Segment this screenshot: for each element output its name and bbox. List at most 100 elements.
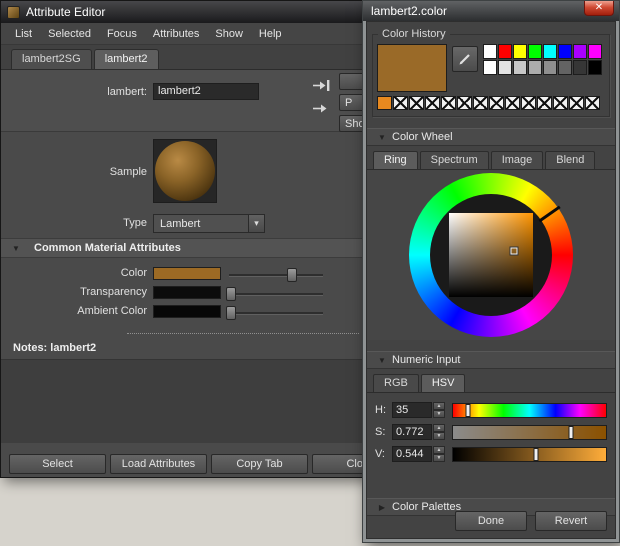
- color-swatch[interactable]: [543, 44, 557, 59]
- color-swatch[interactable]: [543, 60, 557, 75]
- empty-color-slot[interactable]: [585, 96, 600, 110]
- color-swatch[interactable]: [483, 60, 497, 75]
- select-button[interactable]: Select: [9, 454, 106, 474]
- sat-bar-marker[interactable]: [568, 425, 574, 439]
- hue-input[interactable]: 35: [392, 402, 432, 418]
- hue-bar-marker[interactable]: [465, 403, 471, 417]
- ambient-color-slider-handle[interactable]: [225, 306, 236, 320]
- color-swatch[interactable]: [483, 44, 497, 59]
- color-swatch[interactable]: [528, 44, 542, 59]
- empty-color-slot[interactable]: [441, 96, 456, 110]
- color-swatch[interactable]: [513, 44, 527, 59]
- color-swatch[interactable]: [498, 44, 512, 59]
- attribute-editor-titlebar[interactable]: Attribute Editor: [1, 1, 367, 23]
- transparency-swatch[interactable]: [153, 286, 221, 299]
- color-swatch[interactable]: [513, 60, 527, 75]
- spinner-down-icon[interactable]: ▼: [433, 410, 445, 418]
- empty-color-slot[interactable]: [473, 96, 488, 110]
- tab-rgb[interactable]: RGB: [373, 374, 419, 392]
- color-swatch[interactable]: [588, 44, 602, 59]
- hue-ring-marker[interactable]: [538, 205, 561, 223]
- color-swatch[interactable]: [558, 60, 572, 75]
- color-slider-handle[interactable]: [286, 268, 297, 282]
- current-color-swatch[interactable]: [377, 44, 447, 92]
- color-slider[interactable]: [229, 268, 323, 282]
- tab-blend[interactable]: Blend: [545, 151, 596, 169]
- saturation-label: S:: [375, 426, 386, 438]
- hue-ring[interactable]: [409, 173, 573, 337]
- value-input[interactable]: 0.544: [392, 446, 432, 462]
- chevron-down-icon[interactable]: ▾: [248, 215, 264, 232]
- done-button[interactable]: Done: [455, 511, 527, 531]
- color-history-label: Color History: [378, 28, 450, 40]
- section-expanded-icon[interactable]: ▼: [372, 133, 392, 142]
- transparency-slider[interactable]: [225, 287, 323, 301]
- material-type-dropdown[interactable]: Lambert ▾: [153, 214, 265, 233]
- sample-row: Sample: [1, 132, 367, 212]
- menu-item-focus[interactable]: Focus: [99, 25, 145, 43]
- section-expanded-icon[interactable]: ▼: [372, 356, 392, 365]
- tab-lambert2sg[interactable]: lambert2SG: [11, 49, 92, 69]
- lambert-name-input[interactable]: lambert2: [153, 83, 259, 100]
- section-expanded-icon[interactable]: ▼: [6, 244, 26, 253]
- transparency-slider-handle[interactable]: [225, 287, 236, 301]
- value-gradient-bar[interactable]: [452, 446, 607, 462]
- empty-color-slot[interactable]: [489, 96, 504, 110]
- sv-marker[interactable]: [509, 246, 519, 256]
- menu-item-help[interactable]: Help: [251, 25, 290, 43]
- spinner-up-icon[interactable]: ▲: [433, 402, 445, 410]
- empty-color-slot[interactable]: [393, 96, 408, 110]
- menu-item-selected[interactable]: Selected: [40, 25, 99, 43]
- color-swatch[interactable]: [153, 267, 221, 280]
- color-swatch[interactable]: [573, 60, 587, 75]
- empty-color-slot[interactable]: [537, 96, 552, 110]
- color-editor-titlebar[interactable]: lambert2.color: [363, 1, 619, 21]
- section-collapsed-icon[interactable]: ▶: [372, 503, 392, 512]
- val-bar-marker[interactable]: [533, 447, 539, 461]
- spinner-up-icon[interactable]: ▲: [433, 446, 445, 454]
- expand-arrow-icon[interactable]: [311, 101, 331, 116]
- empty-color-slot[interactable]: [569, 96, 584, 110]
- sample-label: Sample: [109, 166, 147, 178]
- color-swatch[interactable]: [528, 60, 542, 75]
- desktop: Attribute Editor List Selected Focus Att…: [0, 0, 620, 546]
- menu-item-show[interactable]: Show: [207, 25, 251, 43]
- saturation-gradient-bar[interactable]: [452, 424, 607, 440]
- notes-textarea[interactable]: [1, 359, 367, 443]
- spinner-up-icon[interactable]: ▲: [433, 424, 445, 432]
- empty-color-slot[interactable]: [425, 96, 440, 110]
- color-swatch[interactable]: [377, 96, 392, 110]
- tab-hsv[interactable]: HSV: [420, 374, 466, 392]
- empty-color-slot[interactable]: [521, 96, 536, 110]
- color-swatch[interactable]: [588, 60, 602, 75]
- ambient-color-swatch[interactable]: [153, 305, 221, 318]
- color-wheel-section-header[interactable]: ▼ Color Wheel: [367, 128, 615, 146]
- focus-arrow-icon[interactable]: [311, 78, 331, 93]
- empty-color-slot[interactable]: [553, 96, 568, 110]
- empty-color-slot[interactable]: [505, 96, 520, 110]
- tab-ring[interactable]: Ring: [373, 151, 418, 169]
- color-swatch[interactable]: [498, 60, 512, 75]
- hue-gradient-bar[interactable]: [452, 402, 607, 418]
- ambient-color-slider[interactable]: [225, 306, 323, 320]
- spinner-down-icon[interactable]: ▼: [433, 454, 445, 462]
- revert-button[interactable]: Revert: [535, 511, 607, 531]
- close-icon[interactable]: ✕: [584, 1, 614, 16]
- menu-item-attributes[interactable]: Attributes: [145, 25, 207, 43]
- copy-tab-button[interactable]: Copy Tab: [211, 454, 308, 474]
- spinner-down-icon[interactable]: ▼: [433, 432, 445, 440]
- common-material-section-header[interactable]: ▼ Common Material Attributes: [1, 238, 367, 258]
- empty-color-slot[interactable]: [409, 96, 424, 110]
- color-swatch[interactable]: [573, 44, 587, 59]
- menu-item-list[interactable]: List: [7, 25, 40, 43]
- close-button[interactable]: Close: [312, 454, 367, 474]
- eyedropper-button[interactable]: [452, 46, 478, 72]
- empty-color-slot[interactable]: [457, 96, 472, 110]
- saturation-input[interactable]: 0.772: [392, 424, 432, 440]
- color-label: Color: [120, 267, 147, 279]
- sv-square[interactable]: [449, 213, 533, 297]
- color-swatch[interactable]: [558, 44, 572, 59]
- ambient-color-label: Ambient Color: [77, 305, 147, 317]
- load-attributes-button[interactable]: Load Attributes: [110, 454, 207, 474]
- tab-lambert2[interactable]: lambert2: [93, 49, 159, 69]
